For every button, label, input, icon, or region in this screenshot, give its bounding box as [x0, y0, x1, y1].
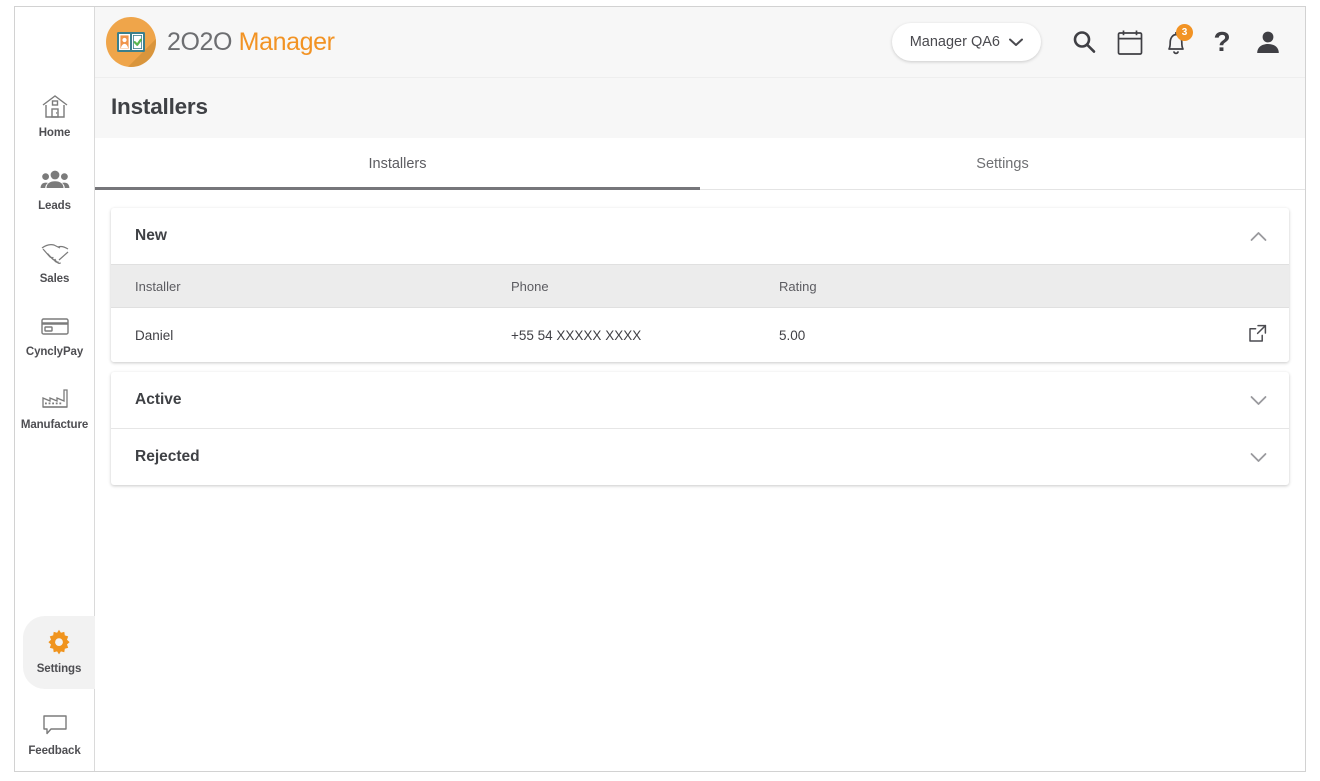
chevron-down-icon[interactable]	[1250, 395, 1267, 406]
sidebar-item-sales[interactable]: Sales	[15, 225, 94, 298]
page-title: Installers	[111, 94, 208, 119]
section-rejected-header[interactable]: Rejected	[111, 429, 1289, 485]
sidebar-item-manufacture[interactable]: Manufacture	[15, 371, 94, 444]
content-area: New Installer Phone Rating Daniel +55 54…	[95, 190, 1305, 771]
column-header-phone: Phone	[511, 264, 779, 308]
notifications-button[interactable]: 3	[1153, 19, 1199, 65]
cell-installer: Daniel	[111, 307, 511, 362]
user-avatar-icon	[1255, 29, 1281, 55]
table-row[interactable]: Daniel +55 54 XXXXX XXXX 5.00	[111, 307, 1289, 362]
account-menu-button[interactable]	[1245, 19, 1291, 65]
column-header-action	[1225, 264, 1289, 308]
brand-wordmark: 2O2O Manager	[167, 28, 335, 57]
home-icon	[40, 92, 70, 122]
brand-badge-icon	[106, 17, 156, 67]
sidebar-item-settings[interactable]: Settings	[23, 615, 95, 689]
factory-icon	[40, 384, 70, 414]
tab-settings[interactable]: Settings	[700, 138, 1305, 190]
notifications-badge: 3	[1176, 24, 1193, 41]
section-title: Active	[135, 391, 182, 408]
cell-phone: +55 54 XXXXX XXXX	[511, 307, 779, 362]
search-button[interactable]	[1061, 19, 1107, 65]
handshake-icon	[40, 238, 70, 268]
sidebar-item-label: Settings	[36, 663, 82, 676]
calendar-button[interactable]	[1107, 19, 1153, 65]
section-title: Rejected	[135, 448, 200, 465]
account-switcher-button[interactable]: Manager QA6	[891, 23, 1041, 61]
page-title-bar: Installers	[95, 78, 1305, 138]
question-mark-icon: ?	[1213, 26, 1231, 57]
sidebar-item-feedback[interactable]: Feedback	[15, 698, 94, 771]
gear-icon	[44, 628, 74, 658]
section-new: New Installer Phone Rating Daniel +55 54…	[111, 208, 1289, 362]
brand-primary-text: 2O2O	[167, 27, 233, 56]
top-header-bar: 2O2O Manager Manager QA6 3 ?	[95, 7, 1305, 78]
table-header-row: Installer Phone Rating	[111, 264, 1289, 308]
brand-logo[interactable]: 2O2O Manager	[106, 17, 335, 67]
table-body: Daniel +55 54 XXXXX XXXX 5.00	[111, 307, 1289, 362]
installers-table: Installer Phone Rating Daniel +55 54 XXX…	[111, 264, 1289, 362]
section-new-header[interactable]: New	[111, 208, 1289, 264]
column-header-installer: Installer	[111, 264, 511, 308]
sidebar-item-label: Manufacture	[20, 418, 89, 431]
sidebar-item-label: Home	[38, 126, 71, 139]
column-header-rating: Rating	[779, 264, 1225, 308]
cell-action	[1225, 307, 1289, 362]
section-active-header[interactable]: Active	[111, 372, 1289, 428]
section-title: New	[135, 227, 167, 244]
sidebar-item-home[interactable]: Home	[15, 79, 94, 152]
people-icon	[40, 165, 70, 195]
sidebar: Home Leads Sales CynclyPay Manufacture S…	[15, 7, 95, 771]
chevron-down-icon[interactable]	[1250, 452, 1267, 463]
tab-bar: Installers Settings	[95, 138, 1305, 190]
brand-secondary-text: Manager	[238, 27, 335, 56]
app-window: Home Leads Sales CynclyPay Manufacture S…	[14, 6, 1306, 772]
credit-card-icon	[40, 311, 70, 341]
sidebar-item-cynclypay[interactable]: CynclyPay	[15, 298, 94, 371]
account-switcher-label: Manager QA6	[909, 34, 1000, 50]
chevron-up-icon[interactable]	[1250, 231, 1267, 242]
sidebar-item-label: Sales	[39, 272, 70, 285]
table-header: Installer Phone Rating	[111, 264, 1289, 308]
sidebar-item-label: CynclyPay	[25, 345, 84, 358]
tab-installers[interactable]: Installers	[95, 138, 700, 190]
sidebar-item-leads[interactable]: Leads	[15, 152, 94, 225]
open-external-icon[interactable]	[1248, 324, 1267, 343]
sidebar-item-label: Feedback	[28, 745, 81, 758]
search-icon	[1071, 29, 1097, 55]
section-collapsed-group: Active Rejected	[111, 372, 1289, 485]
help-button[interactable]: ?	[1199, 19, 1245, 65]
chevron-down-icon	[1009, 38, 1023, 47]
calendar-icon	[1117, 29, 1143, 56]
cell-rating: 5.00	[779, 307, 1225, 362]
main-column: 2O2O Manager Manager QA6 3 ? Installers …	[95, 7, 1305, 771]
sidebar-item-label: Leads	[38, 199, 71, 212]
speech-bubble-icon	[40, 710, 70, 740]
